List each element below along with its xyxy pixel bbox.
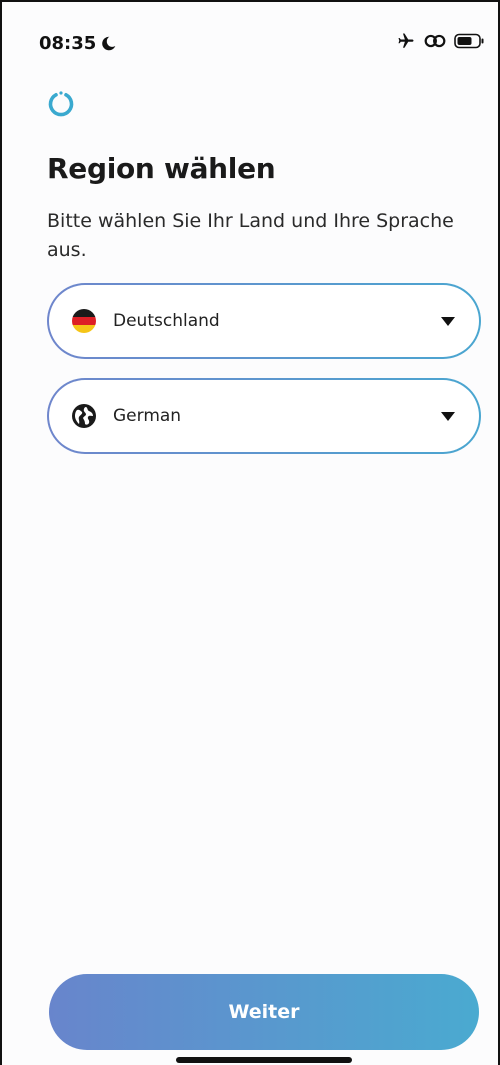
country-select-value: Deutschland xyxy=(113,311,220,331)
region-screen: 08:35 Region wählen Bitte wählen Sie Ihr xyxy=(0,0,500,1065)
link-icon xyxy=(424,34,446,48)
continue-button[interactable]: Weiter xyxy=(49,974,479,1050)
airplane-icon xyxy=(398,33,414,48)
globe-icon xyxy=(72,404,96,428)
status-icons xyxy=(396,32,484,50)
home-indicator[interactable] xyxy=(176,1057,352,1063)
status-time: 08:35 xyxy=(39,33,97,54)
germany-flag-icon xyxy=(72,309,96,333)
page-title: Region wählen xyxy=(47,152,276,185)
language-select[interactable]: German xyxy=(47,378,481,454)
country-select-body: Deutschland xyxy=(49,285,479,357)
power-ring-icon xyxy=(48,91,74,117)
status-bar: 08:35 xyxy=(2,2,498,82)
battery-icon xyxy=(454,33,484,49)
chevron-down-icon xyxy=(441,316,455,326)
moon-icon xyxy=(102,36,116,51)
status-time-group: 08:35 xyxy=(39,33,117,54)
language-select-body: German xyxy=(49,380,479,452)
page-subtitle: Bitte wählen Sie Ihr Land und Ihre Sprac… xyxy=(47,210,454,261)
country-select[interactable]: Deutschland xyxy=(47,283,481,359)
chevron-down-icon xyxy=(441,411,455,421)
language-select-value: German xyxy=(113,406,182,426)
